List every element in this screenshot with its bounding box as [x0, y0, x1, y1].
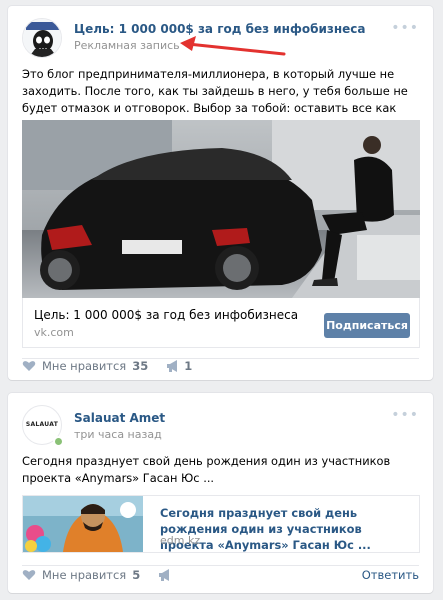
- annotation-arrow-icon: [180, 36, 286, 56]
- like-count: 35: [132, 359, 149, 373]
- more-options-icon[interactable]: •••: [391, 20, 419, 36]
- online-indicator-icon: [53, 436, 64, 447]
- share-button[interactable]: 1: [166, 359, 192, 373]
- megaphone-icon: [159, 569, 170, 581]
- like-count: 5: [132, 568, 141, 582]
- heart-icon: [22, 361, 36, 371]
- like-label: Мне нравится: [42, 568, 127, 582]
- ad-post-card: Цель: 1 000 000$ за год без инфобизнеса …: [8, 6, 433, 380]
- ad-label: Рекламная запись: [74, 39, 180, 52]
- more-options-icon[interactable]: •••: [391, 407, 419, 423]
- like-label: Мне нравится: [42, 359, 127, 373]
- share-count: 1: [184, 359, 193, 373]
- post-actions: Мне нравится 5: [22, 568, 172, 582]
- like-button[interactable]: Мне нравится 5: [22, 568, 140, 582]
- share-button[interactable]: [158, 569, 172, 581]
- post-time[interactable]: три часа назад: [74, 428, 162, 441]
- heart-icon: [22, 570, 36, 580]
- post-image[interactable]: [22, 120, 420, 298]
- reply-link[interactable]: Ответить: [362, 568, 419, 582]
- like-button[interactable]: Мне нравится 35: [22, 359, 148, 373]
- snippet-title[interactable]: Цель: 1 000 000$ за год без инфобизнеса: [34, 308, 298, 322]
- snippet-domain: edm.kz: [160, 534, 201, 547]
- subscribe-button[interactable]: Подписаться: [324, 313, 410, 338]
- post-card: SALAUAT Salauat Amet три часа назад ••• …: [8, 393, 433, 593]
- divider: [22, 565, 419, 566]
- snippet-image[interactable]: [23, 496, 143, 552]
- snippet-domain: vk.com: [34, 326, 74, 339]
- skull-avatar-icon[interactable]: [22, 18, 62, 58]
- post-text: Сегодня празднует свой день рождения оди…: [22, 454, 391, 485]
- megaphone-icon: [167, 360, 178, 372]
- post-author-link[interactable]: Salauat Amet: [74, 411, 165, 425]
- post-actions: Мне нравится 35 1: [22, 359, 192, 373]
